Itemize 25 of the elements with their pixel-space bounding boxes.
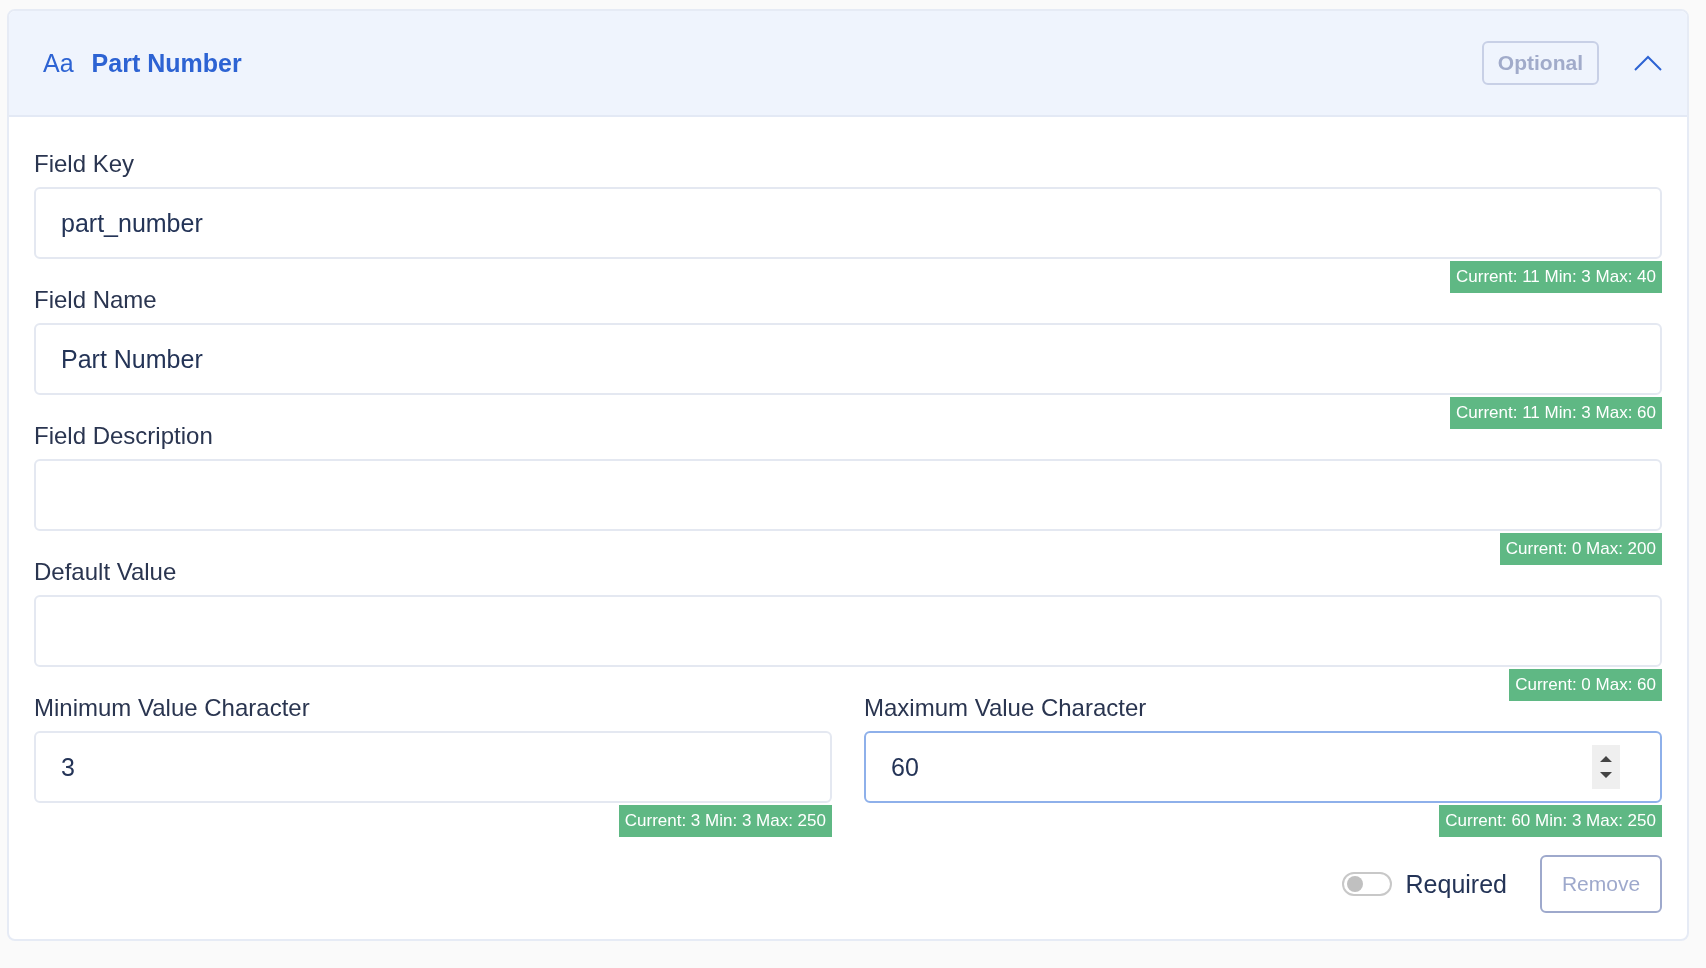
field-title: Part Number (91, 48, 242, 78)
chevron-up-icon[interactable] (1634, 55, 1662, 71)
number-input-field[interactable]: 60 (864, 731, 1662, 803)
field-label: Minimum Value Character (34, 693, 311, 723)
spinner-arrows-icon[interactable] (1592, 745, 1620, 789)
character-counter: Current: 0 Max: 200 (1499, 533, 1662, 565)
toggle-label: Required (1405, 869, 1507, 899)
field-label: Field Key (34, 149, 136, 179)
text-type-icon: Aa (43, 48, 74, 78)
character-counter: Current: 11 Min: 3 Max: 60 (1450, 397, 1662, 429)
field-label: Default Value (34, 557, 178, 587)
text-input-field[interactable] (34, 595, 1662, 667)
character-counter: Current: 0 Max: 60 (1509, 669, 1662, 701)
field-label: Maximum Value Character (864, 693, 1148, 723)
field-label: Field Description (34, 421, 214, 451)
field-label: Field Name (34, 285, 158, 315)
text-input-field[interactable] (34, 459, 1662, 531)
character-counter: Current: 11 Min: 3 Max: 40 (1450, 261, 1662, 293)
character-counter: Current: 60 Min: 3 Max: 250 (1439, 805, 1662, 837)
text-input-field[interactable]: part_number (34, 187, 1662, 259)
optional-badge: Optional (1481, 41, 1599, 85)
text-input-field[interactable]: Part Number (34, 323, 1662, 395)
required-toggle[interactable] (1341, 872, 1392, 896)
number-input-field[interactable]: 3 (34, 731, 832, 803)
character-counter: Current: 3 Min: 3 Max: 250 (618, 805, 832, 837)
